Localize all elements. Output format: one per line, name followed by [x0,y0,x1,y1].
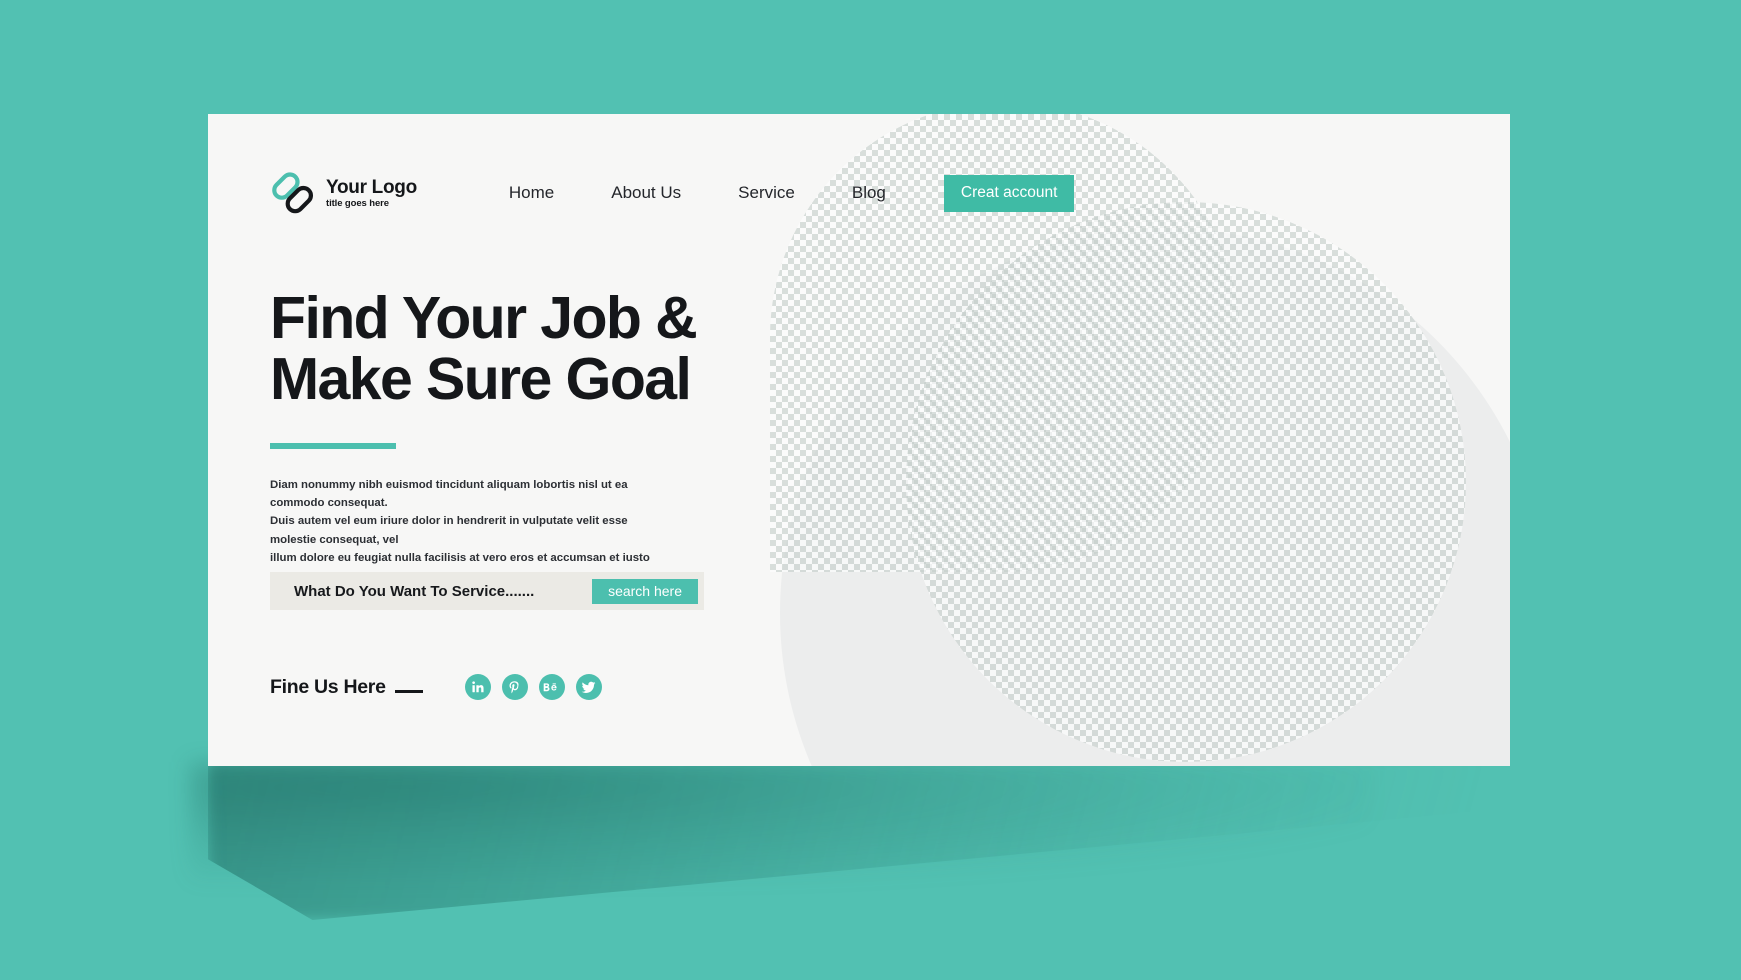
logo[interactable]: Your Logo title goes here [270,170,417,216]
hero-section: Find Your Job & Make Sure Goal Diam nonu… [270,288,890,616]
service-search-bar: search here [270,572,704,610]
pinterest-icon[interactable] [501,674,528,700]
twitter-icon[interactable] [575,674,602,700]
nav-item-blog[interactable]: Blog [852,177,886,209]
social-links [464,674,602,700]
infinity-loops-logo-icon [270,170,316,216]
behance-icon[interactable] [538,674,565,700]
nav-item-service[interactable]: Service [738,177,795,209]
nav-item-home[interactable]: Home [509,177,554,209]
linkedin-icon[interactable] [464,674,491,700]
page-title: Find Your Job & Make Sure Goal [270,285,698,412]
search-input[interactable] [270,581,593,601]
logo-text: Your Logo title goes here [326,178,417,209]
search-button[interactable]: search here [592,578,698,604]
main-navigation: Home About Us Service Blog Creat account [509,174,1075,212]
accent-divider [270,442,396,449]
create-account-button[interactable]: Creat account [943,174,1075,212]
find-us-section: Fine Us Here [270,674,602,700]
site-header: Your Logo title goes here Home About Us … [270,170,1470,216]
nav-item-about-us[interactable]: About Us [611,177,681,209]
find-us-underline [394,690,423,693]
logo-title: Your Logo [326,176,417,198]
landing-page-card: Your Logo title goes here Home About Us … [208,114,1510,766]
checkerboard-shape-bottom [906,202,1466,762]
logo-subtitle: title goes here [326,197,389,209]
card-drop-shadow [208,760,1514,920]
card-drop-shadow-soft [190,762,1370,882]
find-us-label: Fine Us Here [270,675,386,698]
page-canvas: Your Logo title goes here Home About Us … [0,0,1741,980]
